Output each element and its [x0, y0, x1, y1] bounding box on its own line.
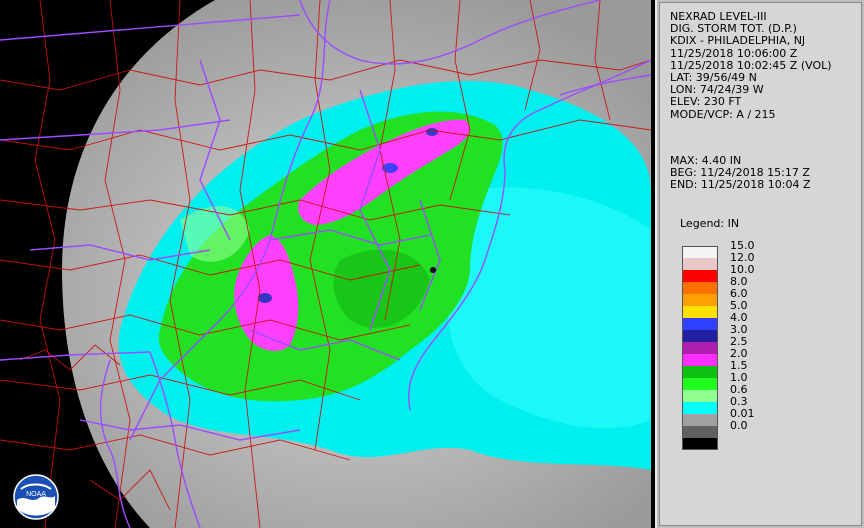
- noaa-logo-text: NOAA: [26, 491, 46, 498]
- legend-labels: 15.0 12.0 10.0 8.0 6.0 5.0 4.0 3.0 2.5 2.0 1.5 1.0 0…: [730, 240, 755, 432]
- legend-title: Legend: IN: [680, 217, 740, 230]
- legend-swatch: [682, 330, 718, 342]
- legend-swatch: [682, 294, 718, 306]
- legend-swatch: [682, 342, 718, 354]
- storm-total-info: MAX: 4.40 IN BEG: 11/24/2018 15:17 Z END…: [670, 154, 811, 192]
- max-precip-core-south: [258, 293, 272, 303]
- radar-station: KDIX - PHILADELPHIA, NJ: [670, 34, 806, 48]
- info-panel-inner: NEXRAD LEVEL-III DIG. STORM TOT. (D.P.) …: [659, 2, 862, 526]
- legend-swatch: [682, 402, 718, 414]
- legend-swatch: [682, 306, 718, 318]
- legend-swatch: [682, 282, 718, 294]
- legend-swatch: [682, 318, 718, 330]
- legend-swatch: [682, 258, 718, 270]
- legend-swatch: [682, 378, 718, 390]
- info-panel: NEXRAD LEVEL-III DIG. STORM TOT. (D.P.) …: [655, 0, 864, 528]
- max-precip-core-northeast: [426, 128, 438, 136]
- legend-swatch: [682, 354, 718, 366]
- radar-map-canvas: [0, 0, 651, 528]
- legend-swatch: [682, 438, 718, 450]
- legend-swatch: [682, 390, 718, 402]
- noaa-logo: NOAA: [13, 474, 59, 520]
- legend-swatch: [682, 246, 718, 258]
- legend-swatch: [682, 270, 718, 282]
- legend-swatch: [682, 426, 718, 438]
- radar-viewer: NOAA NEXRAD LEVEL-III DIG. STORM TOT. (D…: [0, 0, 864, 528]
- product-info: NEXRAD LEVEL-III DIG. STORM TOT. (D.P.) …: [670, 10, 832, 121]
- end-time: END: 11/25/2018 10:04 Z: [670, 178, 811, 192]
- legend-swatch: [682, 366, 718, 378]
- mode-vcp: MODE/VCP: A / 215: [670, 107, 776, 121]
- site-elevation: ELEV: 230 FT: [670, 95, 742, 109]
- product-time: 11/25/2018 10:06:00 Z: [670, 46, 798, 60]
- legend-swatches: [682, 246, 718, 450]
- legend-swatch: [682, 414, 718, 426]
- legend-label: 0.0: [730, 419, 748, 432]
- radar-map[interactable]: NOAA: [0, 0, 651, 528]
- radar-site-marker: [430, 267, 436, 273]
